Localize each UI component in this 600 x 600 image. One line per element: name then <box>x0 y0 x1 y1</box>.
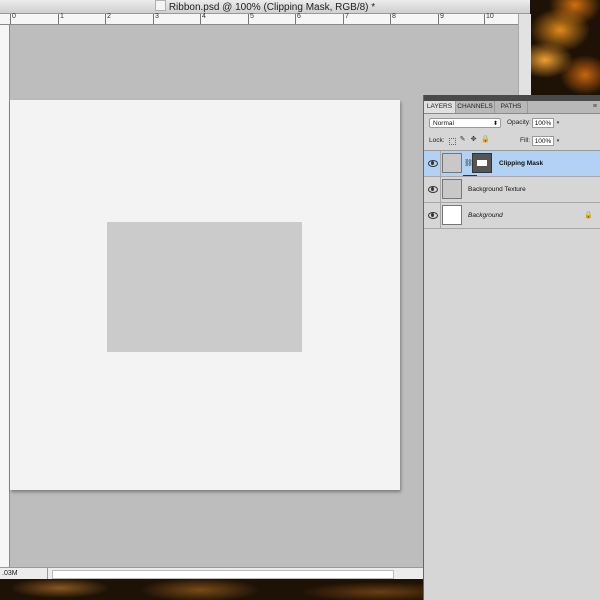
clipping-mask-shape[interactable] <box>107 222 302 352</box>
layer-name: Background Texture <box>468 186 526 193</box>
lock-label: Lock: <box>429 137 445 144</box>
visibility-toggle[interactable] <box>424 177 441 202</box>
lock-position-icon[interactable]: ✥ <box>470 136 477 144</box>
opacity-dropdown-icon[interactable]: ▾ <box>555 118 561 128</box>
opacity-label: Opacity: <box>507 119 531 126</box>
blend-mode-value: Normal <box>433 120 454 127</box>
fill-label: Fill: <box>520 137 531 144</box>
mask-thumbnail[interactable] <box>472 153 492 173</box>
ruler-number: 8 <box>392 13 396 20</box>
ruler-number: 2 <box>107 13 111 20</box>
eye-icon <box>428 212 438 219</box>
chevron-updown-icon: ⬍ <box>492 121 498 127</box>
document-titlebar[interactable]: Ribbon.psd @ 100% (Clipping Mask, RGB/8)… <box>0 0 530 14</box>
document-icon <box>154 0 166 11</box>
ruler-number: 1 <box>60 13 64 20</box>
tab-paths[interactable]: PATHS <box>495 101 528 113</box>
ruler-number: 5 <box>250 13 254 20</box>
fill-field[interactable]: 100% <box>532 136 554 146</box>
blend-row: Normal ⬍ Opacity: 100% ▾ <box>424 114 600 133</box>
lock-image-icon[interactable]: ✎ <box>459 136 466 144</box>
lock-row: Lock: ✎ ✥ 🔒 Fill: 100% ▾ <box>424 133 600 151</box>
clip-indicator-icon <box>463 173 477 176</box>
ruler-number: 9 <box>440 13 444 20</box>
lock-icon: 🔒 <box>584 212 593 219</box>
document-size-text: .03M <box>2 570 18 577</box>
visibility-toggle[interactable] <box>424 203 441 228</box>
ruler-number: 6 <box>297 13 301 20</box>
layer-row-clipping-mask[interactable]: ⛓ Clipping Mask <box>424 151 600 177</box>
ruler-number: 7 <box>345 13 349 20</box>
tab-layers[interactable]: LAYERS <box>424 101 456 113</box>
layer-row-background[interactable]: Background 🔒 <box>424 203 600 229</box>
document-title: Ribbon.psd @ 100% (Clipping Mask, RGB/8)… <box>168 2 376 13</box>
panel-tabs: LAYERS CHANNELS PATHS ≡ <box>424 101 600 114</box>
vertical-ruler[interactable] <box>0 25 10 567</box>
eye-icon <box>428 160 438 167</box>
layer-name: Clipping Mask <box>499 160 544 167</box>
ruler-number: 3 <box>155 13 159 20</box>
blend-mode-select[interactable]: Normal ⬍ <box>429 118 501 128</box>
layers-panel: LAYERS CHANNELS PATHS ≡ Normal ⬍ Opacity… <box>423 95 600 600</box>
horizontal-ruler[interactable]: 0 1 2 3 4 5 6 7 8 9 10 <box>10 13 518 25</box>
layer-name: Background <box>468 212 503 219</box>
layer-thumbnail <box>442 205 462 225</box>
ruler-number: 0 <box>12 13 16 20</box>
opacity-field[interactable]: 100% <box>532 118 554 128</box>
ruler-number: 10 <box>486 13 494 20</box>
layer-thumbnail <box>442 153 477 176</box>
eye-icon <box>428 186 438 193</box>
visibility-toggle[interactable] <box>424 151 441 176</box>
horizontal-scrollbar[interactable] <box>52 570 394 579</box>
tab-channels[interactable]: CHANNELS <box>456 101 495 113</box>
lock-all-icon[interactable]: 🔒 <box>481 136 490 144</box>
layer-thumbnail <box>442 179 462 199</box>
fill-dropdown-icon[interactable]: ▾ <box>555 136 561 146</box>
layer-row-background-texture[interactable]: Background Texture <box>424 177 600 203</box>
lock-transparency-icon[interactable] <box>449 138 456 145</box>
panel-menu-icon[interactable]: ≡ <box>593 103 597 110</box>
ruler-number: 4 <box>202 13 206 20</box>
